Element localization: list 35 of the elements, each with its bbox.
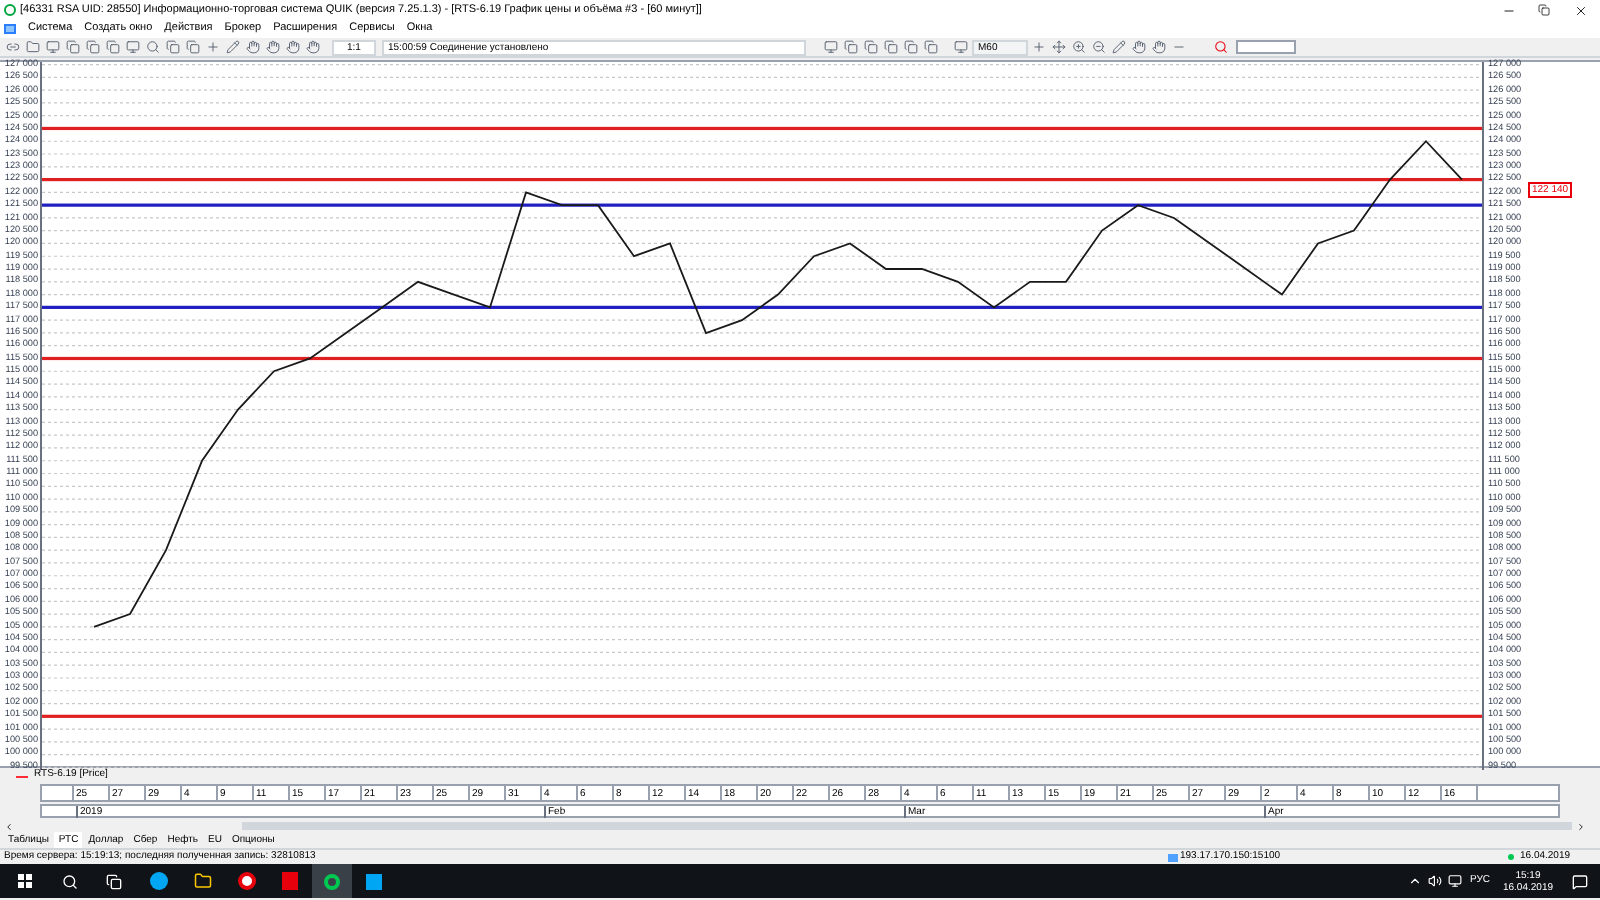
toolbar-icon[interactable]	[264, 38, 282, 56]
toolbar-icon[interactable]	[922, 38, 940, 56]
toolbar-icon[interactable]	[64, 38, 82, 56]
chart-icon[interactable]	[952, 38, 970, 56]
toolbar-icon[interactable]	[144, 38, 162, 56]
toolbar-icon[interactable]	[304, 38, 322, 56]
toolbar-icon[interactable]	[1090, 38, 1108, 56]
network-icon	[1168, 853, 1178, 861]
toolbar-icon[interactable]	[164, 38, 182, 56]
toolbar-icon[interactable]	[24, 38, 42, 56]
toolbar-icon[interactable]	[822, 38, 840, 56]
toolbar-icon[interactable]	[4, 38, 22, 56]
toolbar-icon[interactable]	[284, 38, 302, 56]
quik-app-icon[interactable]	[312, 864, 352, 898]
toolbar-icon[interactable]	[104, 38, 122, 56]
menu-icon[interactable]	[4, 24, 16, 34]
toolbar-icon[interactable]	[1150, 38, 1168, 56]
toolbar-icon[interactable]	[902, 38, 920, 56]
volume-icon[interactable]	[1424, 874, 1444, 888]
toolbar-icon[interactable]	[1110, 38, 1128, 56]
toolbar-icon[interactable]	[1130, 38, 1148, 56]
toolbar-icon[interactable]	[862, 38, 880, 56]
toolbar-icon[interactable]	[184, 38, 202, 56]
toolbar-icon[interactable]	[224, 38, 242, 56]
toolbar-icon[interactable]	[244, 38, 262, 56]
toolbar-icon[interactable]	[842, 38, 860, 56]
toolbar-icon[interactable]	[44, 38, 62, 56]
toolbar-icon[interactable]	[124, 38, 142, 56]
toolbar-icon[interactable]	[1050, 38, 1068, 56]
search-field[interactable]	[1236, 40, 1296, 54]
toolbar-icon[interactable]	[84, 38, 102, 56]
app-logo-icon	[4, 4, 16, 16]
toolbar-icon[interactable]	[882, 38, 900, 56]
toolbar-icon[interactable]	[1070, 38, 1088, 56]
network-icon[interactable]	[1444, 874, 1464, 888]
